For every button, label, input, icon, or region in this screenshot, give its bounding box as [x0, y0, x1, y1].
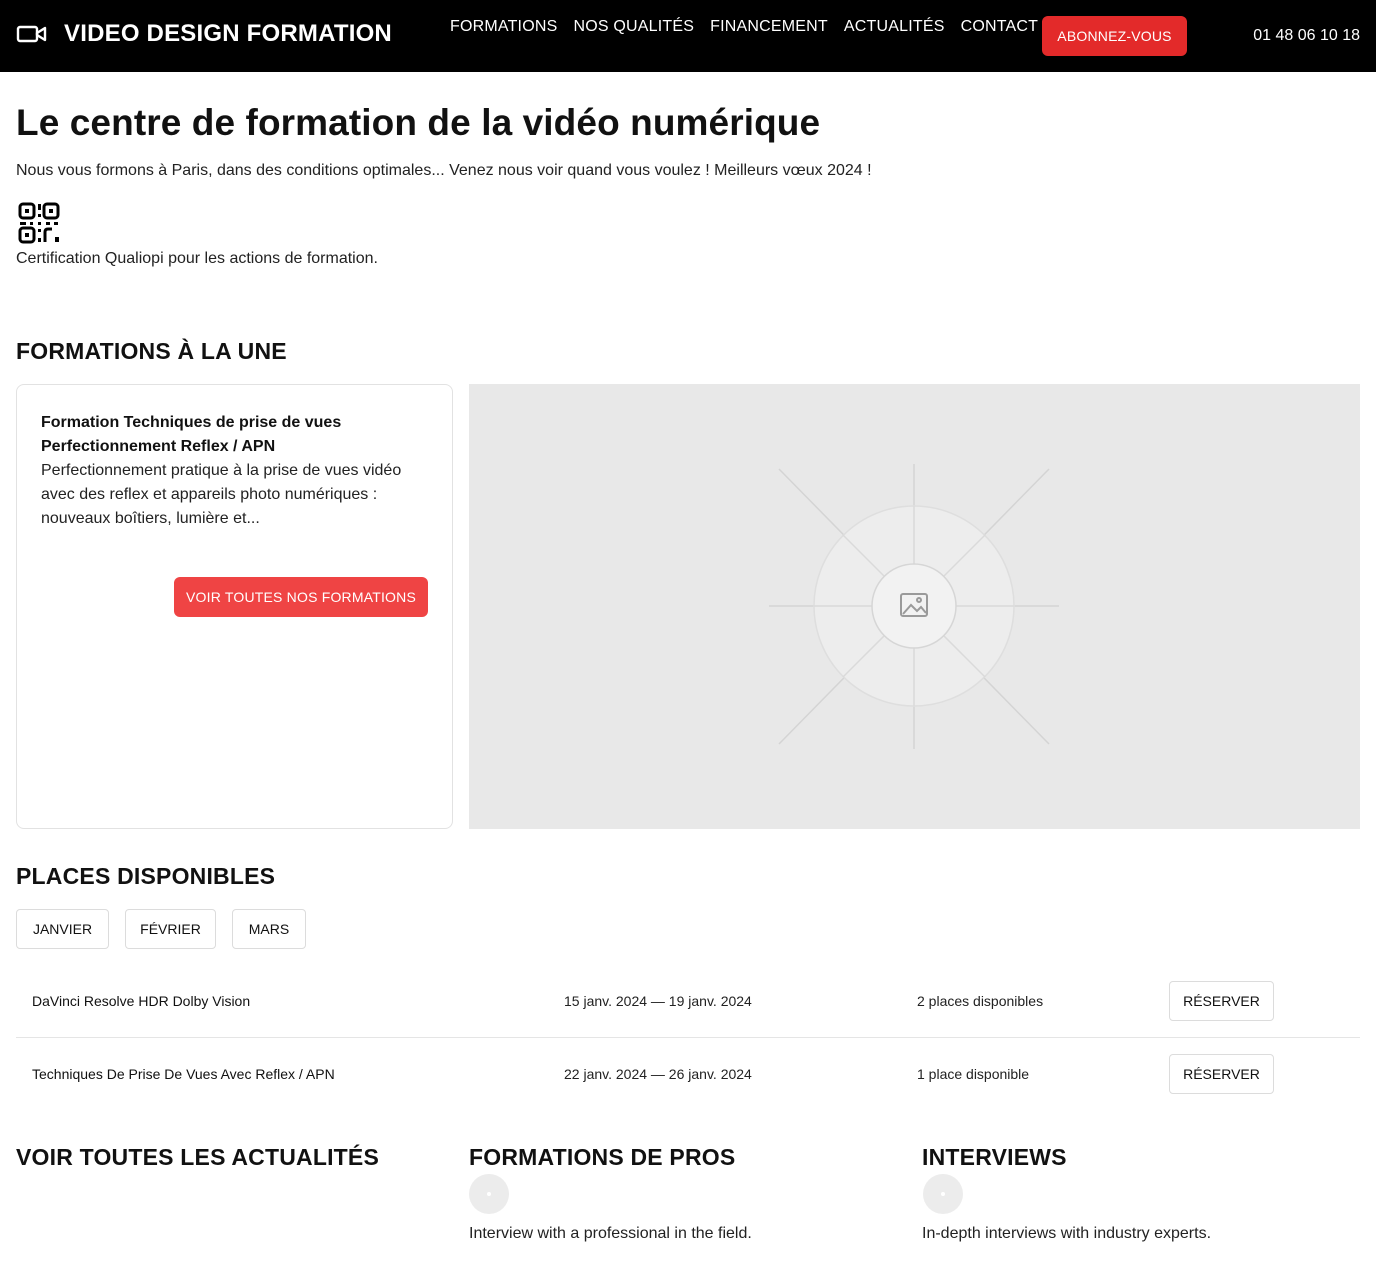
featured-card[interactable]: Formation Techniques de prise de vues Pe… [16, 384, 453, 829]
nav-nos-qualites[interactable]: NOS QUALITÉS [573, 18, 694, 36]
subscribe-button[interactable]: ABONNEZ-VOUS [1042, 16, 1187, 56]
site-header: VIDEO DESIGN FORMATION FORMATIONS NOS QU… [0, 0, 1376, 72]
avatar [469, 1174, 509, 1214]
phone-number[interactable]: 01 48 06 10 18 [1253, 27, 1360, 45]
pro-formations-text: Interview with a professional in the fie… [469, 1225, 752, 1242]
session-row: Techniques De Prise De Vues Avec Reflex … [16, 1038, 1360, 1111]
pro-formations-heading: FORMATIONS DE PROS [469, 1144, 736, 1170]
brand-name: VIDEO DESIGN FORMATION [64, 20, 392, 47]
featured-image-placeholder [469, 384, 1360, 829]
nav-contact[interactable]: CONTACT [961, 18, 1039, 36]
nav-formations[interactable]: FORMATIONS [450, 18, 557, 36]
session-places: 2 places disponibles [917, 993, 1044, 1009]
page-title: Le centre de formation de la vidéo numér… [16, 102, 821, 143]
session-dates: 22 janv. 2024 — 26 janv. 2024 [564, 1066, 752, 1082]
all-formations-button[interactable]: VOIR TOUTES NOS FORMATIONS [174, 577, 428, 617]
session-dates: 15 janv. 2024 — 19 janv. 2024 [564, 993, 752, 1009]
avatar [923, 1174, 963, 1214]
video-camera-icon [16, 23, 48, 45]
interviews-text: In-depth interviews with industry expert… [922, 1225, 1212, 1242]
session-name: Techniques De Prise De Vues Avec Reflex … [32, 1066, 335, 1082]
tab-janvier[interactable]: JANVIER [16, 909, 109, 949]
certification-text: Certification Qualiopi pour les actions … [16, 250, 378, 267]
interviews-heading: INTERVIEWS [922, 1144, 1067, 1170]
tab-fevrier[interactable]: FÉVRIER [125, 909, 216, 949]
hero-subtitle: Nous vous formons à Paris, dans des cond… [16, 162, 872, 179]
brand-logo[interactable]: VIDEO DESIGN FORMATION [16, 20, 392, 48]
main-nav: FORMATIONS NOS QUALITÉS FINANCEMENT ACTU… [450, 18, 1054, 36]
nav-actualites[interactable]: ACTUALITÉS [844, 18, 945, 36]
session-row: DaVinci Resolve HDR Dolby Vision 15 janv… [16, 965, 1360, 1038]
card-description: Perfectionnement pratique à la prise de … [41, 462, 402, 527]
all-news-link[interactable]: VOIR TOUTES LES ACTUALITÉS [16, 1144, 379, 1171]
qr-code-icon [18, 202, 62, 246]
session-places: 1 place disponible [917, 1066, 1030, 1082]
tab-mars[interactable]: MARS [232, 909, 306, 949]
card-title[interactable]: Formation Techniques de prise de vues Pe… [41, 411, 431, 459]
nav-financement[interactable]: FINANCEMENT [710, 18, 828, 36]
reserve-button[interactable]: RÉSERVER [1169, 1054, 1274, 1094]
reserve-button[interactable]: RÉSERVER [1169, 981, 1274, 1021]
session-name: DaVinci Resolve HDR Dolby Vision [32, 993, 251, 1009]
featured-heading: FORMATIONS À LA UNE [16, 338, 287, 364]
availability-heading: PLACES DISPONIBLES [16, 863, 276, 889]
